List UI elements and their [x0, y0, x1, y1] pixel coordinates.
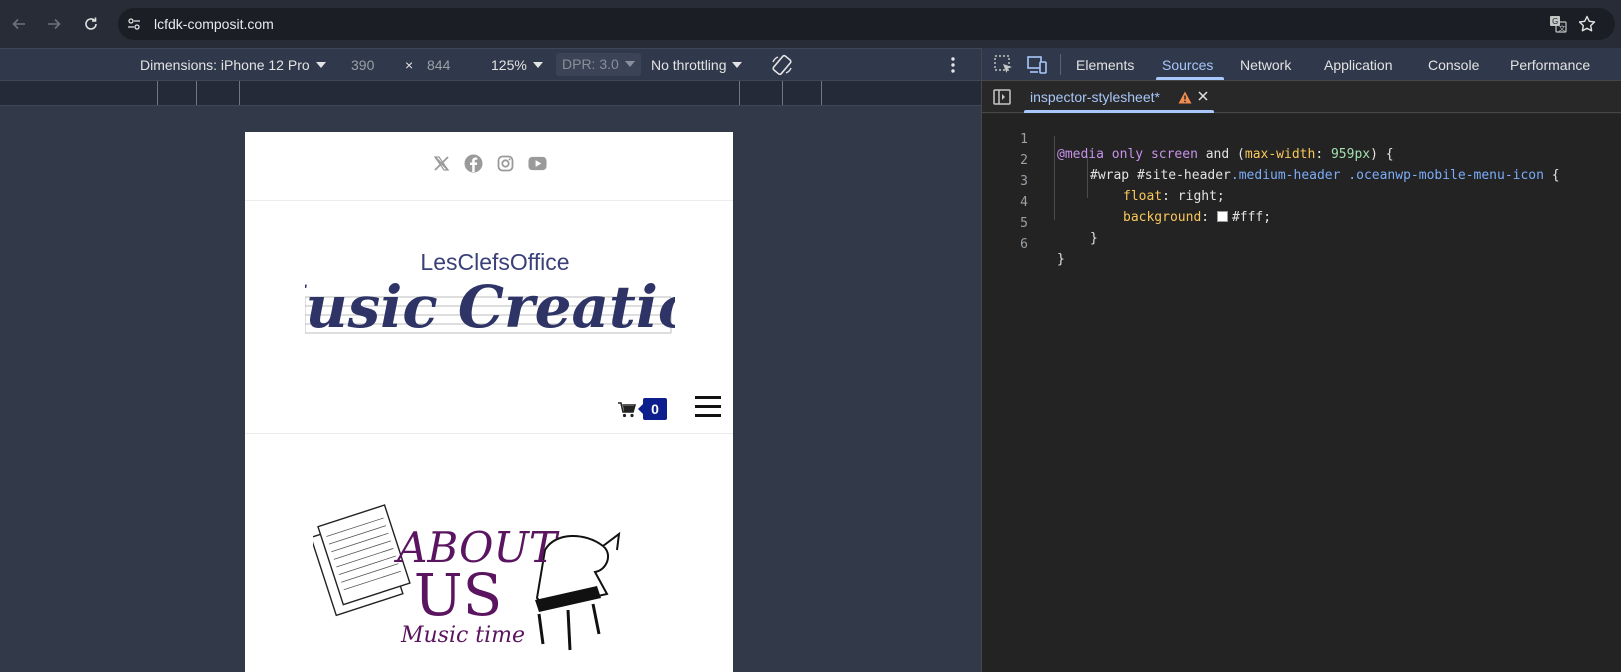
x-twitter-icon[interactable] [432, 154, 451, 173]
about-line2: US [414, 561, 503, 629]
shopping-cart-icon [618, 402, 637, 418]
ruler-tick [821, 81, 822, 105]
tab-console[interactable]: Console [1428, 57, 1479, 73]
code-line: 2 #wrap #site-header.medium-header .ocea… [982, 138, 1621, 183]
forward-icon[interactable] [42, 12, 66, 36]
about-us-banner: ABOUT US Music time [310, 492, 653, 672]
back-icon[interactable] [7, 12, 31, 36]
warning-icon [1178, 91, 1192, 104]
code-line: 6 } [982, 222, 1621, 267]
active-file-indicator [1024, 110, 1214, 113]
more-options-icon[interactable] [950, 56, 956, 74]
code-line: 4 background: #fff; [982, 180, 1621, 225]
ruler-tick [239, 81, 240, 105]
toggle-navigator-icon[interactable] [992, 87, 1012, 107]
svg-text:文: 文 [1559, 24, 1566, 33]
dpr-dropdown[interactable]: DPR: 3.0 [556, 53, 641, 76]
dimensions-label: Dimensions: iPhone 12 Pro [140, 57, 310, 73]
file-tab-inspector-stylesheet[interactable]: inspector-stylesheet* [1030, 81, 1160, 113]
cart-button[interactable]: 0 [618, 398, 668, 422]
facebook-icon[interactable] [464, 154, 483, 173]
code-editor[interactable]: 1 @media only screen and (max-width: 959… [982, 114, 1621, 672]
zoom-dropdown[interactable]: 125% [491, 57, 543, 73]
browser-toolbar: lcfdk-composit.com G文 [0, 0, 1621, 48]
inspect-element-icon[interactable] [993, 54, 1015, 76]
site-logo[interactable]: LesClefsOffice Music Creation [245, 240, 733, 355]
chevron-down-icon [732, 62, 743, 68]
throttling-dropdown[interactable]: No throttling [651, 57, 743, 73]
tab-performance[interactable]: Performance [1510, 57, 1590, 73]
close-icon[interactable] [1196, 89, 1210, 103]
tab-application[interactable]: Application [1324, 57, 1393, 73]
divider [245, 433, 733, 434]
chevron-down-icon [315, 62, 326, 68]
device-toggle-icon[interactable] [1026, 54, 1048, 76]
tab-sources[interactable]: Sources [1162, 57, 1213, 73]
rotate-icon[interactable] [770, 53, 794, 77]
youtube-icon[interactable] [527, 154, 547, 173]
width-input[interactable]: 390 [351, 57, 374, 73]
url-text[interactable]: lcfdk-composit.com [154, 16, 274, 32]
tab-elements[interactable]: Elements [1076, 57, 1134, 73]
ruler-tick [157, 81, 158, 105]
line-number: 6 [1020, 237, 1028, 252]
code-line: 1 @media only screen and (max-width: 959… [982, 117, 1621, 162]
ruler-tick [739, 81, 740, 105]
logo-line2: Music Creation [305, 273, 675, 341]
site-info-icon[interactable] [126, 16, 142, 32]
chevron-down-icon [624, 61, 635, 67]
social-icons [245, 154, 733, 176]
logo-line1: LesClefsOffice [420, 249, 569, 275]
ruler-tick [782, 81, 783, 105]
tab-network[interactable]: Network [1240, 57, 1291, 73]
reload-icon[interactable] [79, 12, 103, 36]
active-tab-indicator [1156, 77, 1224, 80]
times-sign: × [405, 57, 414, 73]
media-query-ruler[interactable] [0, 81, 981, 106]
device-dimensions-dropdown[interactable]: Dimensions: iPhone 12 Pro [140, 57, 326, 73]
chevron-down-icon [532, 62, 543, 68]
translate-icon[interactable]: G文 [1549, 15, 1567, 33]
bookmark-star-icon[interactable] [1577, 14, 1597, 34]
code-text: } [1057, 252, 1065, 267]
dpr-value: DPR: 3.0 [562, 56, 619, 72]
throttling-value: No throttling [651, 57, 727, 73]
device-toolbar: Dimensions: iPhone 12 Pro 390 × 844 125%… [0, 48, 981, 81]
device-viewport: LesClefsOffice Music Creation 0 [245, 132, 733, 672]
devtools-panel: Elements Sources Network Application Con… [981, 48, 1621, 672]
height-input[interactable]: 844 [427, 57, 450, 73]
mobile-menu-icon[interactable] [695, 396, 721, 420]
address-bar[interactable]: lcfdk-composit.com G文 [118, 8, 1615, 40]
divider [245, 200, 733, 201]
cart-count-badge: 0 [638, 398, 667, 420]
code-line: 5 } [982, 201, 1621, 246]
svg-text:G: G [1552, 17, 1558, 26]
about-line3: Music time [400, 623, 525, 648]
instagram-icon[interactable] [496, 154, 515, 173]
devtools-tab-bar: Elements Sources Network Application Con… [982, 48, 1621, 81]
code-line: 3 float: right; [982, 159, 1621, 204]
sources-file-tabs: inspector-stylesheet* [982, 81, 1621, 113]
divider [1060, 54, 1061, 75]
zoom-value: 125% [491, 57, 527, 73]
ruler-tick [196, 81, 197, 105]
